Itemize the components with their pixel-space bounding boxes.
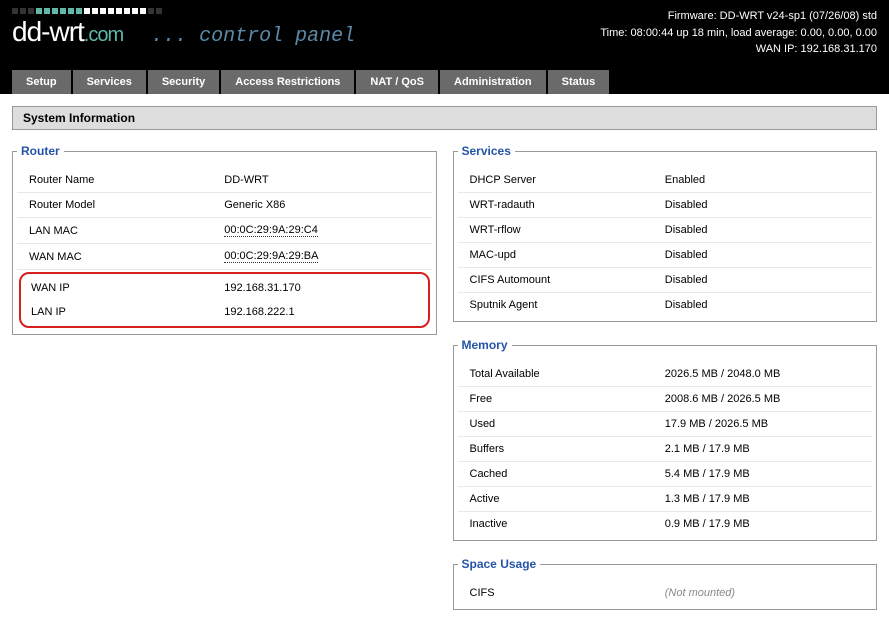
- space-row: CIFS (Not mounted): [458, 581, 873, 605]
- service-row: WRT-rflow Disabled: [458, 218, 873, 243]
- active-label: Active: [470, 493, 665, 505]
- memory-fieldset: Memory Total Available 2026.5 MB / 2048.…: [453, 338, 878, 541]
- router-fieldset: Router Router Name DD-WRT Router Model G…: [12, 144, 437, 335]
- router-row: WAN IP 192.168.31.170: [21, 276, 428, 300]
- header-status: Firmware: DD-WRT v24-sp1 (07/26/08) std …: [600, 8, 877, 58]
- memory-row: Used 17.9 MB / 2026.5 MB: [458, 412, 873, 437]
- router-row: WAN MAC 00:0C:29:9A:29:BA: [17, 244, 432, 270]
- memory-legend: Memory: [458, 338, 512, 352]
- cifs-space-value: (Not mounted): [665, 587, 860, 599]
- cached-value: 5.4 MB / 17.9 MB: [665, 468, 860, 480]
- tab-security[interactable]: Security: [148, 70, 219, 94]
- buffers-value: 2.1 MB / 17.9 MB: [665, 443, 860, 455]
- wan-ip-value: 192.168.31.170: [224, 282, 417, 294]
- router-row: Router Name DD-WRT: [17, 168, 432, 193]
- lan-mac-value[interactable]: 00:0C:29:9A:29:C4: [224, 224, 318, 237]
- cifs-label: CIFS Automount: [470, 274, 665, 286]
- free-label: Free: [470, 393, 665, 405]
- services-legend: Services: [458, 144, 515, 158]
- lan-mac-label: LAN MAC: [29, 225, 224, 237]
- left-column: Router Router Name DD-WRT Router Model G…: [12, 144, 437, 626]
- service-row: WRT-radauth Disabled: [458, 193, 873, 218]
- cifs-value: Disabled: [665, 274, 860, 286]
- free-value: 2008.6 MB / 2026.5 MB: [665, 393, 860, 405]
- sputnik-value: Disabled: [665, 299, 860, 311]
- time-text: Time: 08:00:44 up 18 min, load average: …: [600, 25, 877, 42]
- brand-subtitle: ... control panel: [151, 25, 355, 48]
- firmware-text: Firmware: DD-WRT v24-sp1 (07/26/08) std: [600, 8, 877, 25]
- space-fieldset: Space Usage CIFS (Not mounted): [453, 557, 878, 610]
- inactive-value: 0.9 MB / 17.9 MB: [665, 518, 860, 530]
- services-fieldset: Services DHCP Server Enabled WRT-radauth…: [453, 144, 878, 322]
- sputnik-label: Sputnik Agent: [470, 299, 665, 311]
- rflow-value: Disabled: [665, 224, 860, 236]
- lan-ip-value: 192.168.222.1: [224, 306, 417, 318]
- tab-status[interactable]: Status: [548, 70, 610, 94]
- router-model-value: Generic X86: [224, 199, 419, 211]
- radauth-label: WRT-radauth: [470, 199, 665, 211]
- service-row: MAC-upd Disabled: [458, 243, 873, 268]
- memory-row: Inactive 0.9 MB / 17.9 MB: [458, 512, 873, 536]
- main-tabs: Setup Services Security Access Restricti…: [0, 70, 889, 94]
- cifs-space-label: CIFS: [470, 587, 665, 599]
- right-column: Services DHCP Server Enabled WRT-radauth…: [453, 144, 878, 626]
- tab-administration[interactable]: Administration: [440, 70, 546, 94]
- memory-row: Free 2008.6 MB / 2026.5 MB: [458, 387, 873, 412]
- inactive-label: Inactive: [470, 518, 665, 530]
- macupd-label: MAC-upd: [470, 249, 665, 261]
- router-name-value: DD-WRT: [224, 174, 419, 186]
- memory-row: Total Available 2026.5 MB / 2048.0 MB: [458, 362, 873, 387]
- total-label: Total Available: [470, 368, 665, 380]
- brand-main: dd-wrt: [12, 16, 84, 47]
- service-row: CIFS Automount Disabled: [458, 268, 873, 293]
- highlight-box: WAN IP 192.168.31.170 LAN IP 192.168.222…: [19, 272, 430, 328]
- router-name-label: Router Name: [29, 174, 224, 186]
- tab-services[interactable]: Services: [73, 70, 146, 94]
- space-legend: Space Usage: [458, 557, 541, 571]
- page-title: System Information: [12, 106, 877, 130]
- buffers-label: Buffers: [470, 443, 665, 455]
- rflow-label: WRT-rflow: [470, 224, 665, 236]
- router-row: LAN IP 192.168.222.1: [21, 300, 428, 324]
- memory-row: Active 1.3 MB / 17.9 MB: [458, 487, 873, 512]
- macupd-value: Disabled: [665, 249, 860, 261]
- used-label: Used: [470, 418, 665, 430]
- header: dd-wrt.com ... control panel Firmware: D…: [0, 0, 889, 70]
- tab-access-restrictions[interactable]: Access Restrictions: [221, 70, 354, 94]
- used-value: 17.9 MB / 2026.5 MB: [665, 418, 860, 430]
- memory-row: Cached 5.4 MB / 17.9 MB: [458, 462, 873, 487]
- wan-mac-label: WAN MAC: [29, 251, 224, 263]
- wan-ip-label: WAN IP: [31, 282, 224, 294]
- tab-setup[interactable]: Setup: [12, 70, 71, 94]
- active-value: 1.3 MB / 17.9 MB: [665, 493, 860, 505]
- router-model-label: Router Model: [29, 199, 224, 211]
- dhcp-value: Enabled: [665, 174, 860, 186]
- wan-mac-value[interactable]: 00:0C:29:9A:29:BA: [224, 250, 318, 263]
- router-row: LAN MAC 00:0C:29:9A:29:C4: [17, 218, 432, 244]
- router-legend: Router: [17, 144, 64, 158]
- cached-label: Cached: [470, 468, 665, 480]
- dhcp-label: DHCP Server: [470, 174, 665, 186]
- content: System Information Router Router Name DD…: [0, 94, 889, 638]
- radauth-value: Disabled: [665, 199, 860, 211]
- total-value: 2026.5 MB / 2048.0 MB: [665, 368, 860, 380]
- service-row: Sputnik Agent Disabled: [458, 293, 873, 317]
- brand-suffix: .com: [84, 24, 123, 46]
- wan-ip-text: WAN IP: 192.168.31.170: [600, 41, 877, 58]
- router-row: Router Model Generic X86: [17, 193, 432, 218]
- memory-row: Buffers 2.1 MB / 17.9 MB: [458, 437, 873, 462]
- service-row: DHCP Server Enabled: [458, 168, 873, 193]
- tab-nat-qos[interactable]: NAT / QoS: [356, 70, 438, 94]
- lan-ip-label: LAN IP: [31, 306, 224, 318]
